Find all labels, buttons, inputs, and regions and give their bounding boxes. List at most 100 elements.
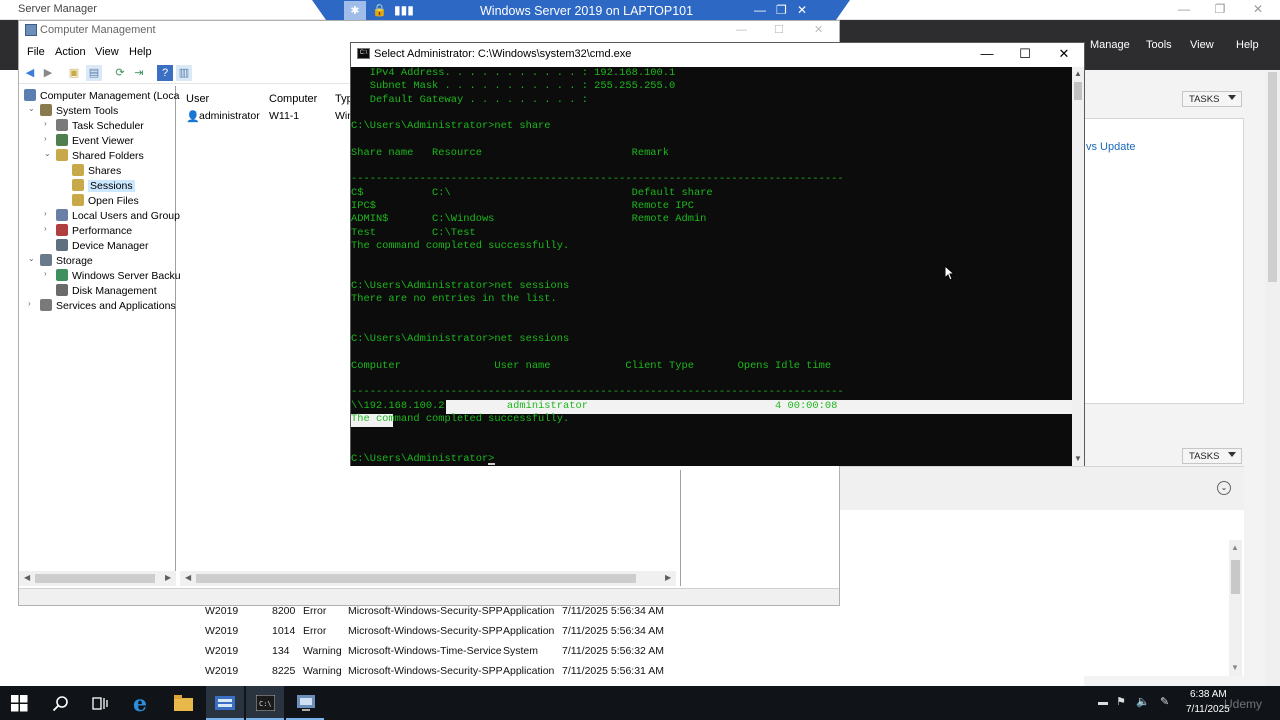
sm-maximize-button[interactable]: ❐ bbox=[1206, 2, 1234, 18]
chevron-down-icon bbox=[1228, 452, 1236, 457]
task-view-icon[interactable] bbox=[91, 695, 108, 712]
cm-maximize-button[interactable]: ☐ bbox=[774, 23, 784, 36]
tree-item-shares[interactable]: Shares bbox=[72, 164, 121, 179]
cm-menu-action[interactable]: Action bbox=[55, 46, 86, 58]
vm-minimize-icon[interactable]: — bbox=[754, 3, 766, 17]
cmd-line: The command completed successfully. bbox=[351, 239, 570, 252]
cm-menu-file[interactable]: File bbox=[27, 46, 45, 58]
session-user[interactable]: administrator bbox=[199, 110, 260, 122]
export-list-icon[interactable]: ⇥ bbox=[131, 65, 147, 81]
tree-item-local-users-and-groups[interactable]: › Local Users and Groups bbox=[44, 209, 185, 224]
forward-icon[interactable]: ▶ bbox=[40, 65, 56, 81]
cm-minimize-button[interactable]: — bbox=[736, 24, 747, 36]
expand-chevron-icon[interactable]: › bbox=[28, 299, 31, 308]
session-computer[interactable]: W11-1 bbox=[269, 110, 299, 122]
event-row[interactable]: W2019 8225 Warning Microsoft-Windows-Securi… bbox=[0, 665, 664, 685]
tree-item-task-scheduler[interactable]: › Task Scheduler bbox=[44, 119, 144, 134]
expand-chevron-icon[interactable]: › bbox=[44, 224, 47, 233]
cm-close-button[interactable]: ✕ bbox=[814, 23, 823, 36]
back-icon[interactable]: ◀ bbox=[22, 65, 38, 81]
scroll-right-icon[interactable]: ▶ bbox=[165, 573, 171, 582]
tree-item-sessions[interactable]: Sessions bbox=[72, 179, 135, 194]
cmd-vertical-scrollbar[interactable] bbox=[1072, 67, 1084, 466]
event-source: Microsoft-Windows-Time-Service bbox=[348, 645, 502, 657]
tree-item-computer-management-local[interactable]: Computer Management (Local) bbox=[24, 89, 185, 104]
sm-close-button[interactable]: ✕ bbox=[1244, 2, 1272, 18]
svg-text:C:\: C:\ bbox=[259, 700, 272, 708]
collapse-chevron-icon[interactable]: ⌄ bbox=[28, 254, 35, 263]
tools-icon bbox=[40, 104, 52, 116]
show-hide-tree-icon[interactable]: ▤ bbox=[86, 65, 102, 81]
cm-menu-view[interactable]: View bbox=[95, 46, 119, 58]
tree-scroll-thumb[interactable] bbox=[35, 574, 155, 583]
cmd-scroll-thumb[interactable] bbox=[1074, 82, 1082, 100]
expand-chevron-icon[interactable]: › bbox=[44, 134, 47, 143]
column-user[interactable]: User bbox=[186, 93, 209, 105]
scroll-right-icon[interactable]: ▶ bbox=[665, 573, 671, 582]
help-icon[interactable]: ? bbox=[157, 65, 173, 81]
expand-chevron-icon[interactable]: › bbox=[44, 209, 47, 218]
column-computer[interactable]: Computer bbox=[269, 93, 317, 105]
up-folder-icon[interactable]: ▣ bbox=[66, 65, 82, 81]
windows-update-link[interactable]: vs Update bbox=[1086, 141, 1136, 153]
refresh-icon[interactable]: ⟳ bbox=[112, 65, 128, 81]
tree-item-performance[interactable]: › Performance bbox=[44, 224, 132, 239]
start-windows-icon[interactable] bbox=[11, 695, 28, 712]
notification-flag-icon[interactable]: ⚑ bbox=[1116, 695, 1126, 708]
event-row[interactable]: W2019 134 Warning Microsoft-Windows-Time-Se… bbox=[0, 645, 664, 665]
tree-item-windows-server-backup[interactable]: › Windows Server Backup bbox=[44, 269, 186, 284]
cmd-minimize-button[interactable]: — bbox=[967, 43, 1007, 67]
clock-time[interactable]: 6:38 AM bbox=[1190, 689, 1227, 700]
cmd-close-button[interactable]: ✕ bbox=[1044, 43, 1084, 67]
tasks-button[interactable]: TASKS bbox=[1182, 91, 1242, 107]
tree-item-system-tools[interactable]: ⌄ System Tools bbox=[28, 104, 118, 119]
scroll-left-icon[interactable]: ◀ bbox=[185, 573, 191, 582]
list-horizontal-scrollbar[interactable] bbox=[180, 571, 676, 586]
scroll-left-icon[interactable]: ◀ bbox=[24, 573, 30, 582]
sm-scroll-thumb[interactable] bbox=[1268, 72, 1277, 282]
tasks-button-2[interactable]: TASKS bbox=[1182, 448, 1242, 464]
menu-help[interactable]: Help bbox=[1236, 39, 1259, 51]
expand-chevron-icon[interactable]: ⌄ bbox=[1217, 481, 1231, 495]
event-server: W2019 bbox=[205, 645, 239, 657]
expand-chevron-icon[interactable]: › bbox=[44, 269, 47, 278]
scroll-up-icon[interactable]: ▲ bbox=[1231, 543, 1239, 552]
show-hide-action-pane-icon[interactable]: ▥ bbox=[176, 65, 192, 81]
events-scroll-thumb[interactable] bbox=[1231, 560, 1240, 594]
tree-item-disk-management[interactable]: Disk Management bbox=[56, 284, 157, 299]
scroll-up-icon[interactable]: ▲ bbox=[1074, 69, 1082, 78]
tree-item-event-viewer[interactable]: › Event Viewer bbox=[44, 134, 134, 149]
scroll-down-icon[interactable]: ▼ bbox=[1074, 454, 1082, 463]
tree-item-services-and-applications[interactable]: › Services and Applications bbox=[28, 299, 176, 314]
lock-icon[interactable]: 🔒 bbox=[372, 3, 387, 17]
event-row[interactable]: W2019 1014 Error Microsoft-Windows-Security… bbox=[0, 625, 664, 645]
vm-restore-icon[interactable]: ❐ bbox=[776, 3, 787, 17]
file-explorer-icon[interactable] bbox=[174, 695, 193, 711]
tree-item-open-files[interactable]: Open Files bbox=[72, 194, 139, 209]
network-icon[interactable]: ▬ bbox=[1098, 697, 1108, 708]
pen-icon[interactable]: ✎ bbox=[1160, 695, 1169, 708]
menu-view[interactable]: View bbox=[1190, 39, 1214, 51]
event-row[interactable]: W2019 8200 Error Microsoft-Windows-Security… bbox=[0, 605, 664, 625]
tree-item-device-manager[interactable]: Device Manager bbox=[56, 239, 148, 254]
list-scroll-thumb[interactable] bbox=[196, 574, 636, 583]
tree-item-shared-folders[interactable]: ⌄ Shared Folders bbox=[44, 149, 144, 164]
collapse-chevron-icon[interactable]: ⌄ bbox=[28, 104, 35, 113]
internet-explorer-icon[interactable]: e bbox=[133, 691, 147, 717]
menu-manage[interactable]: Manage bbox=[1090, 39, 1130, 51]
expand-chevron-icon[interactable]: › bbox=[44, 119, 47, 128]
cmd-maximize-button[interactable]: ☐ bbox=[1005, 43, 1045, 67]
scroll-down-icon[interactable]: ▼ bbox=[1231, 663, 1239, 672]
menu-tools[interactable]: Tools bbox=[1146, 39, 1172, 51]
sm-minimize-button[interactable]: — bbox=[1170, 2, 1198, 18]
vm-close-icon[interactable]: ✕ bbox=[797, 3, 807, 17]
tree-horizontal-scrollbar[interactable] bbox=[19, 571, 176, 586]
pin-icon[interactable]: ✱ bbox=[344, 1, 366, 21]
volume-icon[interactable]: 🔈 bbox=[1136, 695, 1150, 708]
tree-item-storage[interactable]: ⌄ Storage bbox=[28, 254, 93, 269]
collapse-chevron-icon[interactable]: ⌄ bbox=[44, 149, 51, 158]
event-id: 8225 bbox=[272, 665, 296, 677]
command-prompt-icon: C:\ bbox=[256, 695, 275, 711]
cm-menu-help[interactable]: Help bbox=[129, 46, 152, 58]
search-icon[interactable] bbox=[52, 695, 69, 712]
